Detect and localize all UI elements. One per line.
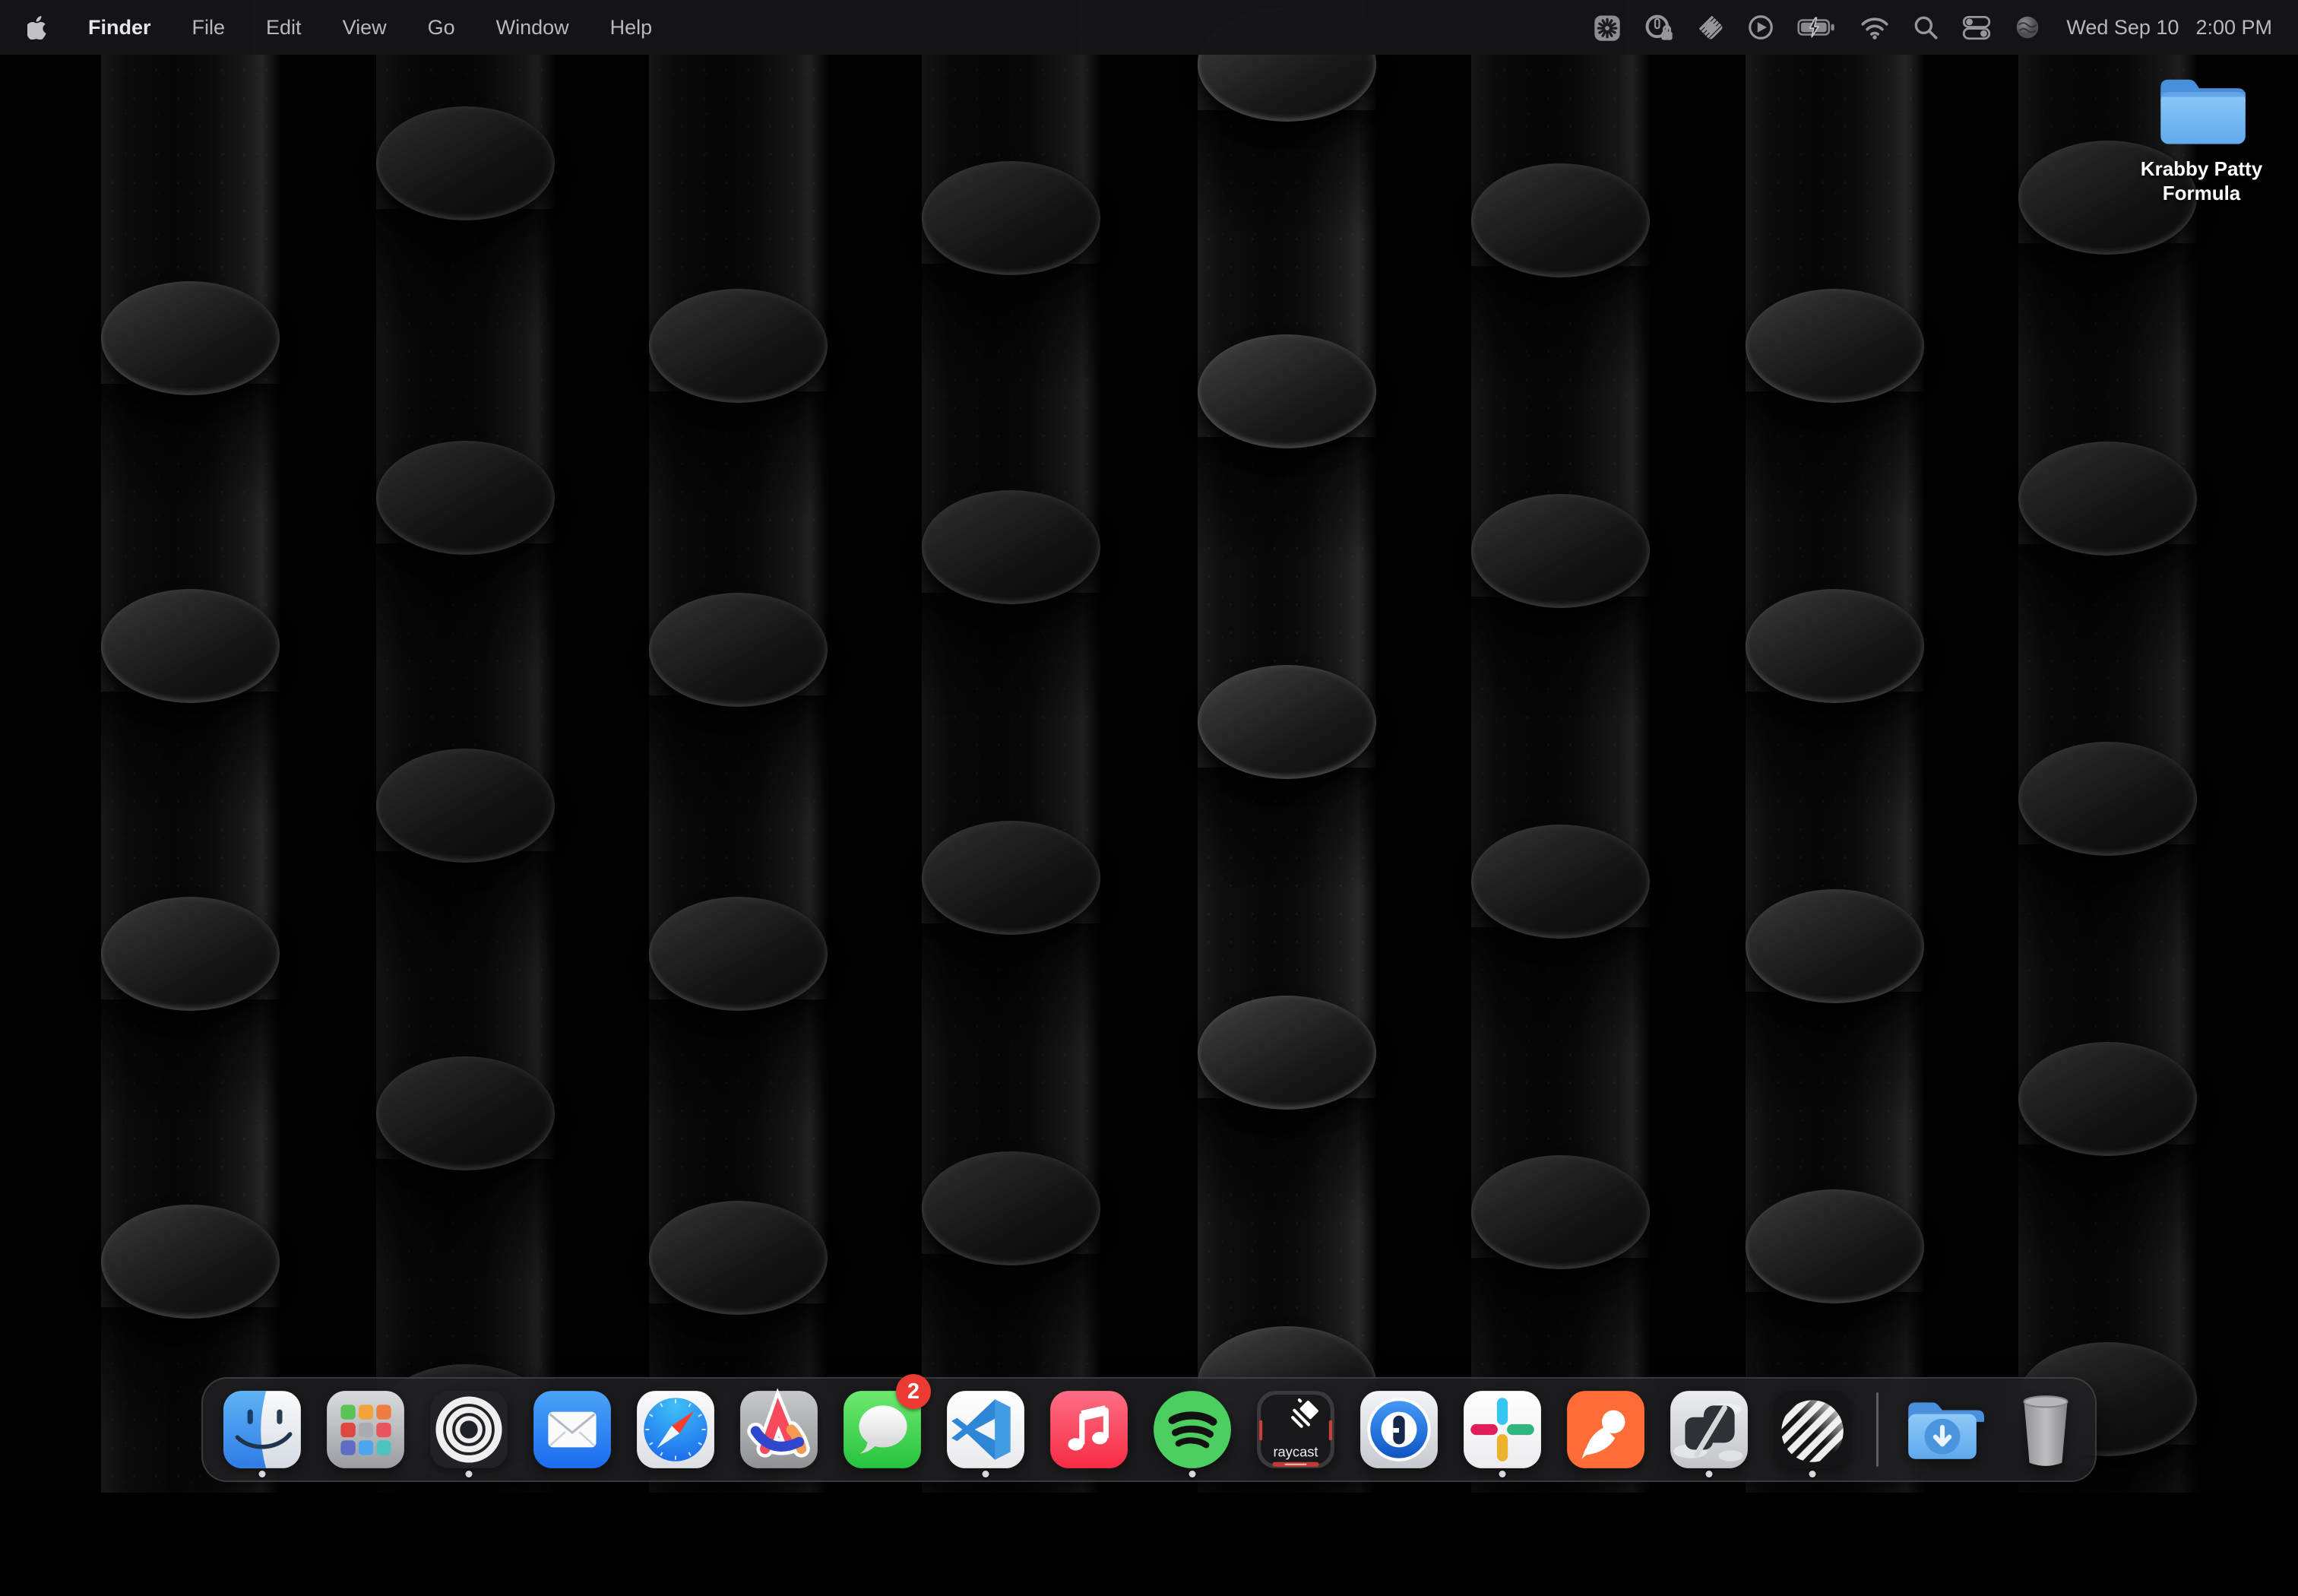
- sunburst-app-icon[interactable]: [1592, 12, 1622, 43]
- dock-item-raycast[interactable]: raycast: [1244, 1379, 1347, 1480]
- menu-bar: Finder File Edit View Go Window Help Wed Sep …: [0, 0, 2298, 55]
- menu-bar-clock[interactable]: 2:00 PM: [2195, 16, 2272, 40]
- desktop-folder-krabby-patty[interactable]: Krabby Patty Formula: [2108, 68, 2295, 205]
- wallpaper-cylinder-column: [101, 0, 280, 1493]
- running-indicator: [1189, 1471, 1196, 1477]
- running-indicator: [1499, 1471, 1506, 1477]
- dock-item-trash[interactable]: [1994, 1379, 2097, 1480]
- dock-items: 2 raycast: [203, 1379, 2095, 1480]
- folder-icon: [2154, 68, 2249, 153]
- menu-item-help[interactable]: Help: [610, 16, 653, 40]
- dock-item-safari[interactable]: [624, 1379, 727, 1480]
- desktop-folder-label: Krabby Patty Formula: [2110, 157, 2293, 205]
- dock-divider: [1876, 1392, 1879, 1467]
- running-indicator: [1706, 1471, 1713, 1477]
- dock-item-linear[interactable]: [1761, 1379, 1864, 1480]
- notification-badge: 2: [896, 1374, 931, 1409]
- running-indicator: [1809, 1471, 1816, 1477]
- dock-item-arc[interactable]: [727, 1379, 831, 1480]
- sphere-icon[interactable]: [2013, 13, 2042, 42]
- spotlight-search-icon[interactable]: [1911, 13, 1940, 42]
- svg-text:raycast: raycast: [1273, 1444, 1318, 1460]
- menu-items: File Edit View Go Window Help: [192, 16, 653, 40]
- menu-item-view[interactable]: View: [343, 16, 387, 40]
- dock-item-spotify[interactable]: [1141, 1379, 1244, 1480]
- control-center-icon[interactable]: [1961, 13, 1993, 42]
- battery-charging-icon[interactable]: [1796, 13, 1838, 42]
- dock-item-finder[interactable]: [210, 1379, 314, 1480]
- dock-item-downloads[interactable]: [1891, 1379, 1994, 1480]
- wallpaper-cylinder-column: [1198, 0, 1376, 1493]
- dock-item-postman[interactable]: [1554, 1379, 1657, 1480]
- menu-bar-status-area: Wed Sep 10 2:00 PM: [1572, 11, 2272, 43]
- menu-bar-date[interactable]: Wed Sep 10: [2066, 16, 2179, 40]
- menu-item-edit[interactable]: Edit: [266, 16, 302, 40]
- running-indicator: [259, 1471, 266, 1477]
- dock-item-slack[interactable]: [1451, 1379, 1554, 1480]
- wallpaper-cylinder-column: [649, 0, 828, 1493]
- striped-tag-icon[interactable]: [1695, 12, 1726, 43]
- menu-item-go[interactable]: Go: [428, 16, 455, 40]
- dock-item-mail[interactable]: [521, 1379, 624, 1480]
- dock-item-messages[interactable]: 2: [831, 1379, 934, 1480]
- running-indicator: [466, 1471, 473, 1477]
- menu-bar-left: Finder File Edit View Go Window Help: [27, 16, 652, 40]
- menu-app-name[interactable]: Finder: [88, 16, 151, 40]
- dock: 2 raycast: [201, 1377, 2097, 1482]
- menu-item-window[interactable]: Window: [496, 16, 569, 40]
- apple-menu-icon[interactable]: [27, 16, 47, 40]
- wallpaper-cylinder-column: [2018, 0, 2197, 1493]
- dock-item-music[interactable]: [1037, 1379, 1141, 1480]
- wallpaper-cylinder-column: [376, 0, 555, 1493]
- dock-item-onepassword[interactable]: [1347, 1379, 1451, 1480]
- wallpaper-cylinder-column: [1746, 0, 1924, 1493]
- running-indicator: [983, 1471, 989, 1477]
- menu-item-file[interactable]: File: [192, 16, 226, 40]
- dock-item-vscode[interactable]: [934, 1379, 1037, 1480]
- play-circle-icon[interactable]: [1746, 13, 1775, 42]
- dock-item-launchpad[interactable]: [314, 1379, 417, 1480]
- wallpaper-cylinder-column: [922, 0, 1100, 1493]
- wifi-icon[interactable]: [1859, 13, 1891, 42]
- dock-item-dia[interactable]: [1657, 1379, 1761, 1480]
- wallpaper-cylinder-column: [1471, 0, 1650, 1493]
- dial-lock-icon[interactable]: [1643, 11, 1675, 43]
- dock-item-target[interactable]: [417, 1379, 521, 1480]
- desktop-wallpaper: [0, 0, 2298, 1493]
- status-icons: [1572, 11, 2042, 43]
